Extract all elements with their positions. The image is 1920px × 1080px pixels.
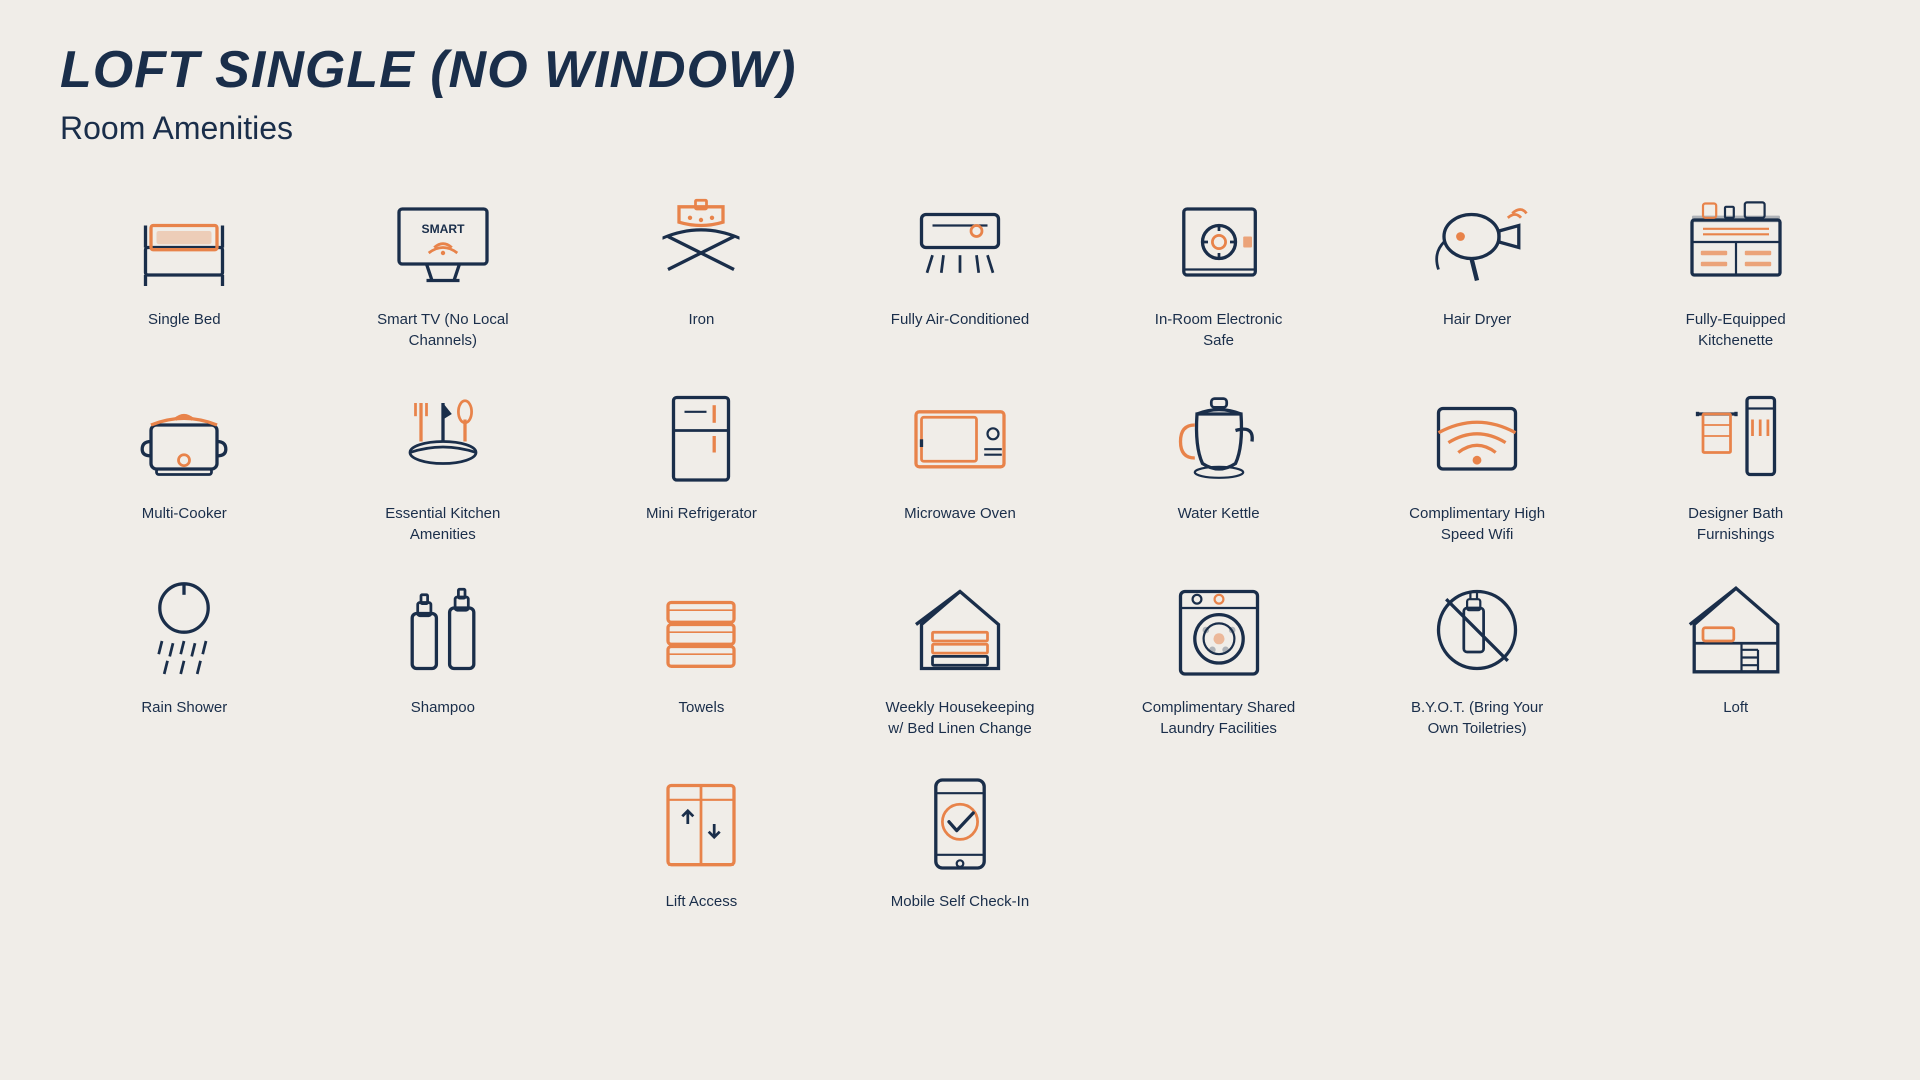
microwave-icon bbox=[905, 381, 1015, 491]
rain-shower-icon bbox=[129, 575, 239, 685]
shampoo-icon bbox=[388, 575, 498, 685]
microwave-label: Microwave Oven bbox=[904, 503, 1016, 524]
amenity-air-conditioned: Fully Air-Conditioned bbox=[836, 187, 1085, 351]
amenity-smart-tv: SMART Smart TV (No Local Channels) bbox=[319, 187, 568, 351]
mobile-checkin-icon bbox=[905, 769, 1015, 879]
iron-label: Iron bbox=[688, 309, 714, 330]
amenity-mobile-checkin: Mobile Self Check-In bbox=[836, 769, 1085, 912]
water-kettle-label: Water Kettle bbox=[1178, 503, 1260, 524]
bath-furnishings-label: Designer Bath Furnishings bbox=[1656, 503, 1816, 545]
amenity-multi-cooker: Multi-Cooker bbox=[60, 381, 309, 545]
laundry-label: Complimentary Shared Laundry Facilities bbox=[1139, 697, 1299, 739]
loft-icon bbox=[1681, 575, 1791, 685]
page-title: LOFT SINGLE (NO WINDOW) bbox=[60, 40, 1860, 100]
kitchen-amenities-icon bbox=[388, 381, 498, 491]
amenity-byot: B.Y.O.T. (Bring Your Own Toiletries) bbox=[1353, 575, 1602, 739]
amenity-housekeeping: Weekly Housekeeping w/ Bed Linen Change bbox=[836, 575, 1085, 739]
amenity-rain-shower: Rain Shower bbox=[60, 575, 309, 739]
amenity-hair-dryer: Hair Dryer bbox=[1353, 187, 1602, 351]
electronic-safe-icon bbox=[1164, 187, 1274, 297]
loft-label: Loft bbox=[1723, 697, 1748, 718]
air-conditioned-label: Fully Air-Conditioned bbox=[891, 309, 1029, 330]
amenity-bath-furnishings: Designer Bath Furnishings bbox=[1611, 381, 1860, 545]
mini-refrigerator-icon bbox=[646, 381, 756, 491]
lift-label: Lift Access bbox=[666, 891, 738, 912]
amenity-towels: Towels bbox=[577, 575, 826, 739]
lift-icon bbox=[646, 769, 756, 879]
amenity-single-bed: Single Bed bbox=[60, 187, 309, 351]
amenity-lift: Lift Access bbox=[577, 769, 826, 912]
multi-cooker-icon bbox=[129, 381, 239, 491]
mobile-checkin-label: Mobile Self Check-In bbox=[891, 891, 1029, 912]
wifi-icon bbox=[1422, 381, 1532, 491]
amenities-grid: Single Bed SMART Smart TV (No Local Chan… bbox=[60, 187, 1860, 912]
hair-dryer-label: Hair Dryer bbox=[1443, 309, 1511, 330]
amenity-mini-refrigerator: Mini Refrigerator bbox=[577, 381, 826, 545]
single-bed-icon bbox=[129, 187, 239, 297]
air-conditioned-icon bbox=[905, 187, 1015, 297]
bath-furnishings-icon bbox=[1681, 381, 1791, 491]
amenity-kitchen-amenities: Essential Kitchen Amenities bbox=[319, 381, 568, 545]
svg-text:SMART: SMART bbox=[421, 222, 465, 236]
housekeeping-label: Weekly Housekeeping w/ Bed Linen Change bbox=[880, 697, 1040, 739]
multi-cooker-label: Multi-Cooker bbox=[142, 503, 227, 524]
towels-label: Towels bbox=[678, 697, 724, 718]
rain-shower-label: Rain Shower bbox=[141, 697, 227, 718]
water-kettle-icon bbox=[1164, 381, 1274, 491]
single-bed-label: Single Bed bbox=[148, 309, 221, 330]
hair-dryer-icon bbox=[1422, 187, 1532, 297]
section-subtitle: Room Amenities bbox=[60, 110, 1860, 147]
smart-tv-label: Smart TV (No Local Channels) bbox=[363, 309, 523, 351]
amenity-kitchenette: Fully-Equipped Kitchenette bbox=[1611, 187, 1860, 351]
housekeeping-icon bbox=[905, 575, 1015, 685]
byot-icon bbox=[1422, 575, 1532, 685]
smart-tv-icon: SMART bbox=[388, 187, 498, 297]
kitchenette-icon bbox=[1681, 187, 1791, 297]
kitchenette-label: Fully-Equipped Kitchenette bbox=[1656, 309, 1816, 351]
amenity-laundry: Complimentary Shared Laundry Facilities bbox=[1094, 575, 1343, 739]
towels-icon bbox=[646, 575, 756, 685]
iron-icon bbox=[646, 187, 756, 297]
laundry-icon bbox=[1164, 575, 1274, 685]
amenity-electronic-safe: In-Room Electronic Safe bbox=[1094, 187, 1343, 351]
shampoo-label: Shampoo bbox=[411, 697, 475, 718]
electronic-safe-label: In-Room Electronic Safe bbox=[1139, 309, 1299, 351]
amenity-shampoo: Shampoo bbox=[319, 575, 568, 739]
amenity-loft: Loft bbox=[1611, 575, 1860, 739]
amenity-wifi: Complimentary High Speed Wifi bbox=[1353, 381, 1602, 545]
mini-refrigerator-label: Mini Refrigerator bbox=[646, 503, 757, 524]
byot-label: B.Y.O.T. (Bring Your Own Toiletries) bbox=[1397, 697, 1557, 739]
amenity-microwave: Microwave Oven bbox=[836, 381, 1085, 545]
amenity-water-kettle: Water Kettle bbox=[1094, 381, 1343, 545]
wifi-label: Complimentary High Speed Wifi bbox=[1397, 503, 1557, 545]
kitchen-amenities-label: Essential Kitchen Amenities bbox=[363, 503, 523, 545]
amenity-iron: Iron bbox=[577, 187, 826, 351]
